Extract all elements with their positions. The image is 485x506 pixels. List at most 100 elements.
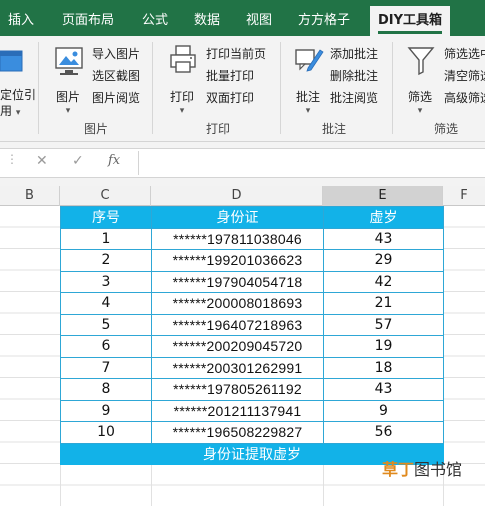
filter-selected-label: 筛选选中 bbox=[444, 47, 485, 61]
age-cell[interactable]: 21 bbox=[323, 292, 444, 315]
insert-function-icon[interactable]: fx bbox=[108, 153, 120, 168]
group-separator bbox=[280, 42, 281, 134]
cancel-icon[interactable]: ✕ bbox=[36, 153, 48, 169]
print-button-label: 打印 bbox=[169, 90, 194, 104]
group-separator bbox=[152, 42, 153, 134]
enter-icon[interactable]: ✓ bbox=[72, 153, 84, 169]
tab-data[interactable]: 数据 bbox=[194, 6, 220, 36]
import-picture-label: 导入图片 bbox=[92, 47, 141, 61]
serial-cell[interactable]: 4 bbox=[60, 292, 152, 315]
column-header-row: B C D E F bbox=[0, 186, 485, 206]
id-number-cell[interactable]: ******197805261192 bbox=[151, 378, 324, 401]
table-row: 1 ******197811038046 43 bbox=[60, 227, 444, 250]
table-header-row: 序号 身份证 虚岁 bbox=[60, 206, 444, 229]
column-header-b[interactable]: B bbox=[0, 186, 60, 206]
tab-fangfang-gezi[interactable]: 方方格子 bbox=[298, 6, 350, 36]
chevron-down-icon: ▾ bbox=[417, 106, 423, 116]
group-separator bbox=[38, 42, 39, 134]
header-cell-serial[interactable]: 序号 bbox=[60, 206, 152, 229]
id-number-cell[interactable]: ******200209045720 bbox=[151, 335, 324, 358]
serial-cell[interactable]: 3 bbox=[60, 270, 152, 293]
table-row: 5 ******196407218963 57 bbox=[60, 313, 444, 336]
column-header-e[interactable]: E bbox=[323, 186, 443, 206]
duplex-print-label: 双面打印 bbox=[206, 91, 255, 105]
ribbon: 定位引 用 ▾ 图片 ▾ 导入图片 选区截图 图片阅览 图片 打印 ▾ 打印当前… bbox=[0, 36, 485, 142]
formula-bar: ⋮ ✕ ✓ fx bbox=[0, 142, 485, 186]
table-row: 10 ******196508229827 56 bbox=[60, 421, 444, 444]
delete-comment-label: 删除批注 bbox=[330, 69, 379, 83]
age-cell[interactable]: 56 bbox=[323, 421, 444, 444]
watermark-right-text: 图书馆 bbox=[414, 460, 463, 479]
id-number-cell[interactable]: ******200301262991 bbox=[151, 356, 324, 379]
formula-input[interactable] bbox=[138, 151, 485, 175]
table-row: 7 ******200301262991 18 bbox=[60, 356, 444, 379]
group-label-filter: 筛选 bbox=[433, 122, 458, 136]
formula-bar-row: ⋮ ✕ ✓ fx bbox=[0, 148, 485, 178]
comment-button[interactable]: 批注 ▾ bbox=[288, 44, 328, 116]
header-cell-id-number[interactable]: 身份证 bbox=[151, 206, 324, 229]
tab-insert[interactable]: 插入 bbox=[8, 6, 34, 36]
serial-cell[interactable]: 9 bbox=[60, 399, 152, 422]
age-cell[interactable]: 18 bbox=[323, 356, 444, 379]
tab-diy-toolbox[interactable]: DIY工具箱 bbox=[370, 6, 451, 36]
locate-reference-button[interactable]: 定位引 用 ▾ bbox=[0, 44, 36, 118]
chevron-down-icon: ▾ bbox=[179, 106, 185, 116]
locate-reference-label-2: 用 ▾ bbox=[0, 104, 21, 118]
more-options-icon[interactable]: ⋮ bbox=[6, 152, 18, 166]
serial-cell[interactable]: 10 bbox=[60, 421, 152, 444]
serial-cell[interactable]: 7 bbox=[60, 356, 152, 379]
age-cell[interactable]: 29 bbox=[323, 249, 444, 272]
funnel-icon bbox=[407, 47, 435, 76]
age-cell[interactable]: 19 bbox=[323, 335, 444, 358]
id-number-cell[interactable]: ******199201036623 bbox=[151, 249, 324, 272]
serial-cell[interactable]: 6 bbox=[60, 335, 152, 358]
age-cell[interactable]: 42 bbox=[323, 270, 444, 293]
tab-formulas[interactable]: 公式 bbox=[142, 6, 168, 36]
advanced-filter-label: 高级筛选 bbox=[444, 91, 485, 105]
picture-button[interactable]: 图片 ▾ bbox=[48, 44, 88, 116]
serial-cell[interactable]: 8 bbox=[60, 378, 152, 401]
column-header-d[interactable]: D bbox=[151, 186, 323, 206]
id-number-cell[interactable]: ******196407218963 bbox=[151, 313, 324, 336]
age-cell[interactable]: 43 bbox=[323, 227, 444, 250]
serial-cell[interactable]: 1 bbox=[60, 227, 152, 250]
comment-button-label: 批注 bbox=[295, 90, 320, 104]
print-button[interactable]: 打印 ▾ bbox=[162, 44, 202, 116]
picture-icon bbox=[55, 47, 83, 75]
id-number-cell[interactable]: ******196508229827 bbox=[151, 421, 324, 444]
filter-button-label: 筛选 bbox=[407, 90, 432, 104]
print-current-page-label: 打印当前页 bbox=[206, 47, 267, 61]
group-label-comment: 批注 bbox=[321, 122, 346, 136]
tab-view[interactable]: 视图 bbox=[246, 6, 272, 36]
chevron-down-icon: ▾ bbox=[305, 106, 311, 116]
serial-cell[interactable]: 5 bbox=[60, 313, 152, 336]
filter-button[interactable]: 筛选 ▾ bbox=[400, 44, 440, 116]
area-screenshot-label: 选区截图 bbox=[92, 69, 141, 83]
watermark-logo: 草丁图书馆 bbox=[382, 456, 482, 480]
column-header-c[interactable]: C bbox=[60, 186, 151, 206]
table-row: 6 ******200209045720 19 bbox=[60, 335, 444, 358]
tab-page-layout[interactable]: 页面布局 bbox=[62, 6, 114, 36]
printer-icon bbox=[170, 45, 196, 73]
group-separator bbox=[392, 42, 393, 134]
picture-button-label: 图片 bbox=[55, 90, 80, 104]
column-header-f[interactable]: F bbox=[443, 186, 485, 206]
id-number-cell[interactable]: ******200008018693 bbox=[151, 292, 324, 315]
age-cell[interactable]: 57 bbox=[323, 313, 444, 336]
group-label-print: 打印 bbox=[205, 122, 230, 136]
serial-cell[interactable]: 2 bbox=[60, 249, 152, 272]
age-cell[interactable]: 9 bbox=[323, 399, 444, 422]
header-cell-nominal-age[interactable]: 虚岁 bbox=[323, 206, 444, 229]
table-row: 4 ******200008018693 21 bbox=[60, 292, 444, 315]
age-cell[interactable]: 43 bbox=[323, 378, 444, 401]
batch-print-label: 批量打印 bbox=[206, 69, 255, 83]
id-age-table: 序号 身份证 虚岁 1 ******197811038046 43 2 ****… bbox=[60, 206, 444, 465]
id-number-cell[interactable]: ******197904054718 bbox=[151, 270, 324, 293]
id-number-cell[interactable]: ******197811038046 bbox=[151, 227, 324, 250]
table-row: 8 ******197805261192 43 bbox=[60, 378, 444, 401]
id-number-cell[interactable]: ******201211137941 bbox=[151, 399, 324, 422]
group-label-picture: 图片 bbox=[83, 122, 108, 136]
clear-filter-label: 清空筛选 bbox=[444, 69, 485, 83]
ribbon-tab-bar: 插入 页面布局 公式 数据 视图 方方格子 DIY工具箱 bbox=[0, 6, 485, 36]
table-row: 9 ******201211137941 9 bbox=[60, 399, 444, 422]
